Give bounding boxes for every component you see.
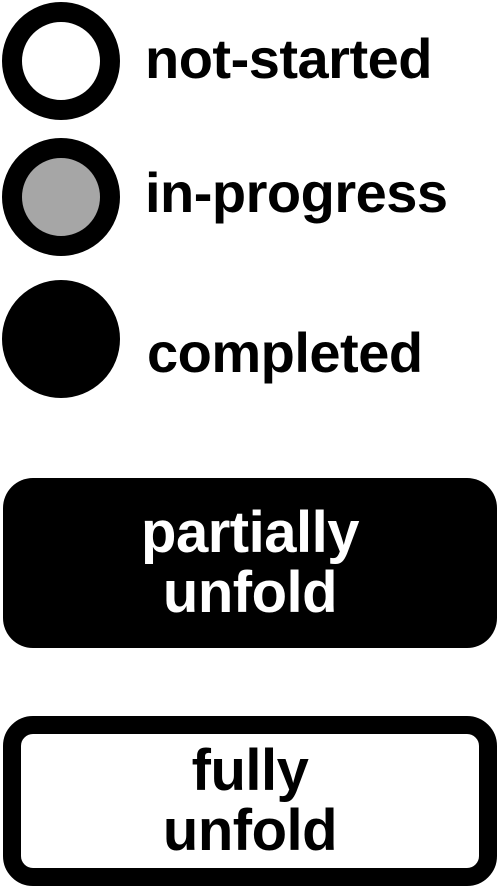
fully-unfold-button[interactable]: fully unfold: [3, 716, 497, 886]
legend-item-in-progress: in-progress: [0, 138, 500, 258]
in-progress-status-icon: [2, 138, 120, 256]
fully-unfold-label-line2: unfold: [162, 798, 338, 863]
partially-unfold-label-line1: partially: [141, 500, 359, 565]
legend-label-completed: completed: [147, 321, 423, 384]
legend-label-in-progress: in-progress: [145, 161, 448, 224]
partially-unfold-button[interactable]: partially unfold: [3, 478, 497, 648]
partially-unfold-label-line2: unfold: [162, 560, 338, 625]
completed-status-icon: [2, 280, 120, 398]
legend-label-not-started: not-started: [145, 27, 432, 90]
legend-item-not-started: not-started: [0, 2, 500, 122]
fully-unfold-label-line1: fully: [191, 738, 309, 803]
not-started-status-icon: [2, 2, 120, 120]
legend-item-completed: completed: [0, 280, 500, 400]
